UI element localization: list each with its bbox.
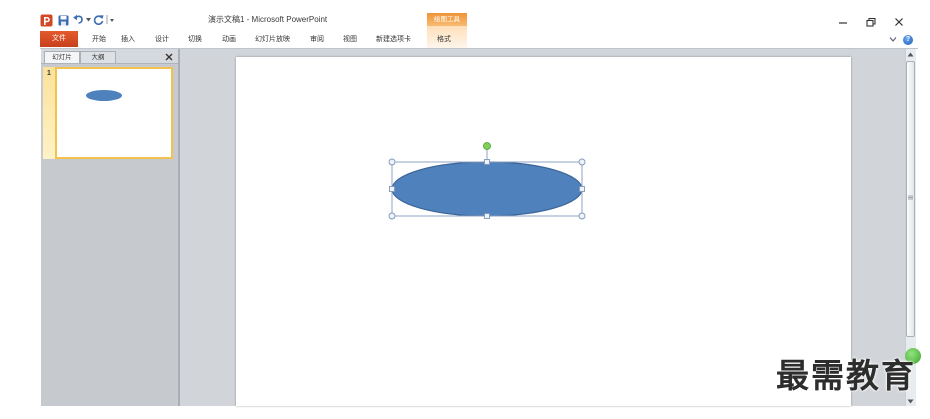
resize-handle-bottom-left[interactable]	[388, 212, 396, 220]
watermark-logo: 最需教育	[776, 357, 916, 394]
pane-close-icon[interactable]	[165, 53, 173, 61]
pane-tab-outline[interactable]: 大纲	[80, 51, 116, 63]
rotate-handle[interactable]	[483, 142, 491, 150]
tab-review[interactable]: 审阅	[310, 35, 324, 44]
tab-view[interactable]: 视图	[343, 35, 357, 44]
slide-shapes-layer	[388, 142, 586, 220]
title-bar	[40, 10, 918, 31]
tab-animations[interactable]: 动画	[222, 35, 236, 44]
slide-thumbnail[interactable]	[55, 67, 173, 159]
pane-tab-slides[interactable]: 幻灯片	[44, 51, 80, 63]
tab-new-tab[interactable]: 新建选项卡	[376, 35, 411, 44]
resize-handle-top-left[interactable]	[388, 158, 396, 166]
scroll-up-icon[interactable]	[907, 52, 914, 57]
slide-number: 1	[47, 70, 51, 77]
help-icon[interactable]: ?	[903, 35, 913, 45]
close-icon[interactable]	[892, 15, 906, 29]
file-tab[interactable]: 文件	[40, 31, 78, 47]
ribbon-expand-icon[interactable]	[889, 36, 897, 43]
tab-slide-show[interactable]: 幻灯片放映	[255, 35, 290, 44]
customize-qat-icon[interactable]	[106, 14, 115, 25]
ellipse-shape[interactable]	[391, 161, 583, 217]
resize-handle-right[interactable]	[579, 186, 585, 192]
thumbnail-ellipse-shape	[86, 90, 122, 101]
resize-handle-bottom[interactable]	[484, 213, 490, 219]
resize-handle-top[interactable]	[484, 159, 490, 165]
undo-icon[interactable]	[72, 13, 84, 25]
save-icon[interactable]	[58, 15, 69, 26]
scroll-down-icon[interactable]	[907, 399, 914, 404]
window-title: 演示文稿1 - Microsoft PowerPoint	[208, 15, 328, 24]
tab-insert[interactable]: 插入	[121, 35, 135, 44]
tab-home[interactable]: 开始	[92, 35, 106, 44]
scrollbar-grip-icon	[908, 195, 913, 200]
restore-icon[interactable]	[864, 15, 878, 29]
resize-handle-top-right[interactable]	[578, 158, 586, 166]
tab-design[interactable]: 设计	[155, 35, 169, 44]
undo-dropdown-icon[interactable]	[86, 18, 91, 22]
powerpoint-logo-icon[interactable]	[40, 14, 53, 27]
redo-icon[interactable]	[93, 14, 104, 25]
powerpoint-window: 演示文稿1 - Microsoft PowerPoint 绘图工具 文件 开始 …	[0, 0, 930, 419]
tab-transitions[interactable]: 切换	[188, 35, 202, 44]
drawing-tools-contextual-header: 绘图工具	[427, 13, 467, 26]
selected-thumbnail-highlight	[43, 67, 55, 159]
minimize-icon[interactable]	[836, 15, 850, 29]
tab-format[interactable]: 格式	[437, 35, 451, 44]
resize-handle-bottom-right[interactable]	[578, 212, 586, 220]
resize-handle-left[interactable]	[389, 186, 395, 192]
